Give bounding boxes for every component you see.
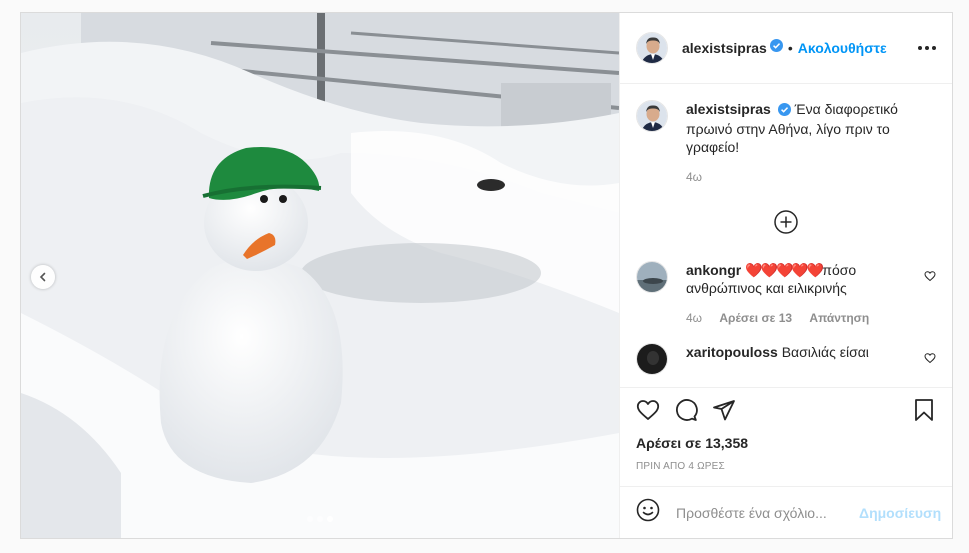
action-bar: Αρέσει σε 13,358 ΠΡΙΝ ΑΠΟ 4 ΩΡΕΣ: [620, 387, 952, 486]
carousel-dot: [307, 516, 313, 522]
comment: ankongr ❤️❤️❤️❤️❤️πόσο ανθρώπινος και ει…: [636, 261, 936, 327]
emoji-icon[interactable]: [636, 498, 660, 527]
avatar[interactable]: [636, 261, 668, 293]
carousel-dot: [317, 516, 323, 522]
add-comment-bar: Δημοσίευση: [620, 486, 952, 538]
share-icon[interactable]: [712, 398, 736, 427]
post-comment-button[interactable]: Δημοσίευση: [859, 505, 941, 521]
load-more-comments-button[interactable]: [636, 210, 936, 239]
more-options-icon[interactable]: [918, 46, 936, 50]
comment-body: ankongr ❤️❤️❤️❤️❤️πόσο ανθρώπινος και ει…: [686, 261, 914, 327]
action-icons: [636, 398, 936, 427]
comment-likes-button[interactable]: Αρέσει σε 13: [719, 311, 792, 325]
post: alexistsipras • Ακολουθήστε alexistsipra…: [20, 12, 953, 539]
follow-button[interactable]: Ακολουθήστε: [798, 40, 887, 56]
comment: xaritopouloss Βασιλιάς είσαι: [636, 343, 936, 375]
comment-like-heart-icon[interactable]: [924, 351, 936, 369]
caption-time: 4ω: [686, 168, 936, 186]
caption-username[interactable]: alexistsipras: [686, 101, 771, 117]
comment-like-heart-icon[interactable]: [924, 269, 936, 287]
comment-body: xaritopouloss Βασιλιάς είσαι: [686, 343, 914, 361]
verified-icon: [777, 102, 791, 120]
comment-text: Βασιλιάς είσαι: [781, 344, 869, 360]
avatar[interactable]: [636, 100, 668, 132]
avatar[interactable]: [636, 343, 668, 375]
caption: alexistsipras Ένα διαφορετικό πρωινό στη…: [636, 100, 936, 186]
save-icon[interactable]: [912, 398, 936, 427]
comment-meta: 4ω Αρέσει σε 13 Απάντηση: [686, 309, 914, 327]
post-timestamp: ΠΡΙΝ ΑΠΟ 4 ΩΡΕΣ: [636, 461, 725, 472]
username[interactable]: alexistsipras: [682, 40, 767, 56]
comment-hearts: ❤️❤️❤️❤️❤️: [745, 262, 824, 278]
chevron-left-icon: [38, 272, 48, 282]
reply-button[interactable]: Απάντηση: [809, 311, 869, 325]
comment-username[interactable]: xaritopouloss: [686, 344, 778, 360]
comment-input[interactable]: [674, 503, 859, 522]
verified-icon: [769, 39, 783, 57]
comment-username[interactable]: ankongr: [686, 262, 741, 278]
caption-timestamp: 4ω: [686, 170, 703, 184]
snowman-photo: [21, 13, 619, 538]
likes-count[interactable]: Αρέσει σε 13,358: [636, 435, 936, 451]
heart-icon[interactable]: [636, 398, 660, 427]
comment-icon[interactable]: [674, 398, 698, 427]
post-header: alexistsipras • Ακολουθήστε: [620, 13, 952, 84]
caption-text-block: alexistsipras Ένα διαφορετικό πρωινό στη…: [686, 100, 936, 186]
carousel-indicators: [21, 516, 619, 522]
post-sidebar: alexistsipras • Ακολουθήστε alexistsipra…: [619, 13, 952, 538]
comment-time: 4ω: [686, 311, 703, 325]
avatar[interactable]: [636, 32, 668, 64]
carousel-dot-active: [327, 516, 333, 522]
previous-slide-button[interactable]: [31, 265, 55, 289]
post-image: [21, 13, 619, 538]
load-more-comments-icon: [774, 210, 798, 239]
separator: •: [787, 40, 793, 56]
comments-section: alexistsipras Ένα διαφορετικό πρωινό στη…: [620, 84, 952, 387]
